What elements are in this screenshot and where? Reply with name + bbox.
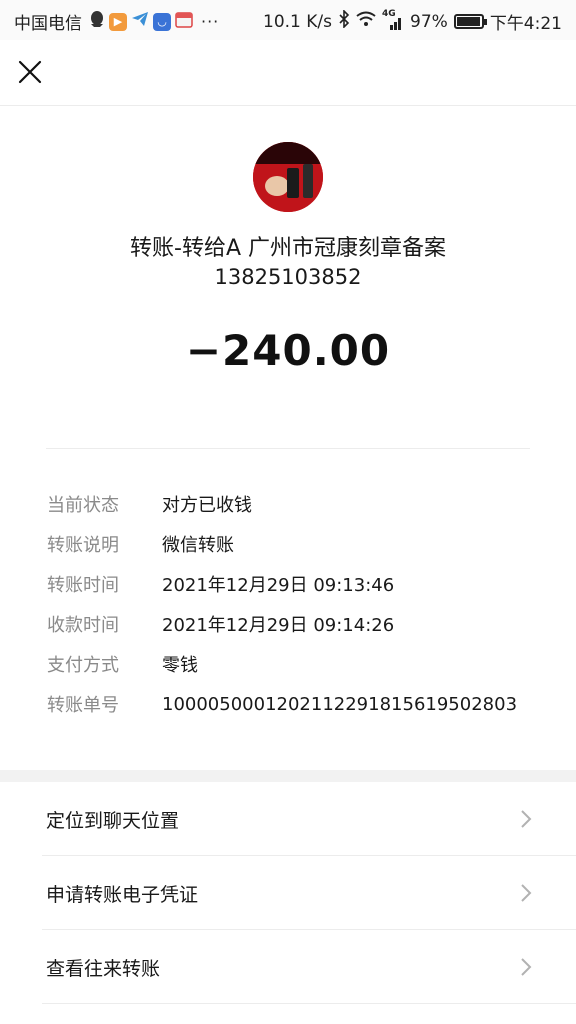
request-e-voucher-button[interactable]: 申请转账电子凭证 <box>0 856 576 930</box>
close-button[interactable] <box>14 56 46 88</box>
status-bar: 中国电信 ▶ ◡ ··· 10.1 K/s 4G 97% 下午4:21 <box>0 0 576 40</box>
detail-row-payment-method: 支付方式 零钱 <box>47 644 567 684</box>
detail-row-receive-time: 收款时间 2021年12月29日 09:14:26 <box>47 604 567 644</box>
signal-icon: 4G <box>382 9 404 31</box>
detail-label: 转账时间 <box>47 575 119 596</box>
action-label: 定位到聊天位置 <box>46 809 180 832</box>
telegram-icon <box>131 10 149 33</box>
close-icon <box>18 60 42 84</box>
net-speed: 10.1 K/s <box>263 11 333 32</box>
status-bar-right: 10.1 K/s 4G 97% 下午4:21 <box>263 9 562 35</box>
chevron-right-icon <box>521 958 532 976</box>
clock: 下午4:21 <box>489 14 562 34</box>
detail-row-transfer-time: 转账时间 2021年12月29日 09:13:46 <box>47 564 567 604</box>
payee-phone: 13825103852 <box>214 265 362 289</box>
transfer-amount: −240.00 <box>185 326 391 375</box>
divider <box>42 1003 576 1004</box>
detail-label: 转账说明 <box>47 535 119 556</box>
detail-row-status: 当前状态 对方已收钱 <box>47 484 567 524</box>
detail-value: 2021年12月29日 09:13:46 <box>162 575 395 596</box>
detail-row-note: 转账说明 微信转账 <box>47 524 567 564</box>
video-app-icon: ▶ <box>109 12 127 31</box>
detail-value: 2021年12月29日 09:14:26 <box>162 615 395 636</box>
divider <box>46 448 530 449</box>
wifi-icon <box>356 11 376 32</box>
detail-value[interactable]: 1000050001202112291815619502803 <box>162 694 517 715</box>
section-gap <box>0 770 576 782</box>
transfer-details: 当前状态 对方已收钱 转账说明 微信转账 转账时间 2021年12月29日 09… <box>47 484 567 724</box>
detail-value: 微信转账 <box>162 535 234 556</box>
shield-app-icon: ◡ <box>153 12 171 31</box>
action-list: 定位到聊天位置 申请转账电子凭证 查看往来转账 <box>0 782 576 1004</box>
status-bar-left: 中国电信 ▶ ◡ ··· <box>14 9 219 34</box>
battery-fill <box>456 17 480 26</box>
detail-label: 收款时间 <box>47 615 119 636</box>
action-label: 申请转账电子凭证 <box>46 883 199 906</box>
detail-value: 零钱 <box>162 655 198 676</box>
header-bar <box>0 40 576 106</box>
detail-label: 支付方式 <box>47 655 119 676</box>
detail-value: 对方已收钱 <box>162 495 252 516</box>
more-notifications-icon: ··· <box>201 12 220 31</box>
detail-label: 转账单号 <box>47 695 119 716</box>
action-label: 查看往来转账 <box>46 957 161 980</box>
detail-label: 当前状态 <box>47 495 119 516</box>
locate-in-chat-button[interactable]: 定位到聊天位置 <box>0 782 576 856</box>
carrier-name: 中国电信 <box>14 14 82 34</box>
bluetooth-icon <box>338 9 350 33</box>
transfer-title: 转账-转给A 广州市冠康刻章备案 <box>130 236 446 261</box>
battery-icon <box>453 14 487 29</box>
calendar-app-icon <box>175 10 193 33</box>
battery-percent: 97% <box>410 11 448 32</box>
chevron-right-icon <box>521 884 532 902</box>
view-transfer-history-button[interactable]: 查看往来转账 <box>0 930 576 1004</box>
qq-icon <box>89 10 105 33</box>
payee-avatar <box>253 142 323 212</box>
detail-row-transfer-id: 转账单号 1000050001202112291815619502803 <box>47 684 567 724</box>
chevron-right-icon <box>521 810 532 828</box>
